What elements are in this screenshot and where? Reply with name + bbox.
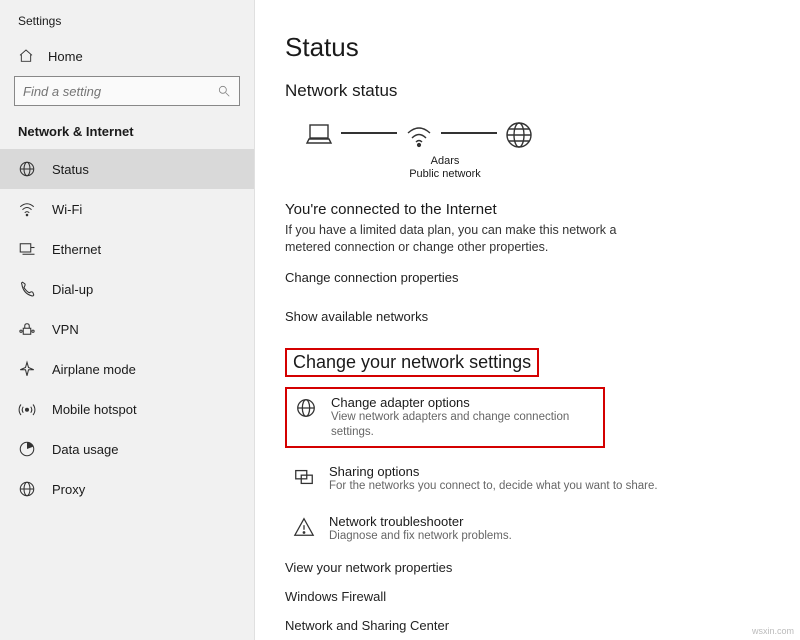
search-icon [217,84,231,98]
highlight-change-settings: Change your network settings [285,348,539,377]
network-name: Adars [397,155,493,168]
nav-label: Airplane mode [52,362,136,377]
diagram-line [441,132,497,134]
windows-firewall-link[interactable]: Windows Firewall [285,589,780,604]
network-status-heading: Network status [285,81,780,101]
nav-vpn[interactable]: VPN [0,309,254,349]
globe-icon [18,160,36,178]
nav-dialup[interactable]: Dial-up [0,269,254,309]
option-title: Sharing options [329,464,658,479]
app-title: Settings [0,14,254,38]
data-usage-icon [18,440,36,458]
change-adapter-options[interactable]: Change adapter options View network adap… [293,393,597,442]
nav-data-usage[interactable]: Data usage [0,429,254,469]
sharing-icon [293,466,315,488]
network-troubleshooter[interactable]: Network troubleshooter Diagnose and fix … [285,508,765,550]
vpn-icon [18,320,36,338]
wifi-diagram-icon [403,119,435,151]
section-label: Network & Internet [0,120,254,149]
wifi-icon [18,200,36,218]
diagram-line [341,132,397,134]
ethernet-icon [18,240,36,258]
nav-airplane[interactable]: Airplane mode [0,349,254,389]
nav-proxy[interactable]: Proxy [0,469,254,509]
option-desc: Diagnose and fix network problems. [329,529,512,544]
option-title: Network troubleshooter [329,514,512,529]
nav-label: Data usage [52,442,119,457]
change-network-settings-heading: Change your network settings [293,352,531,373]
search-input[interactable] [23,84,217,99]
nav-label: VPN [52,322,79,337]
watermark: wsxin.com [752,626,794,636]
main-content: Status Network status Adars Public netwo… [255,0,800,640]
dialup-icon [18,280,36,298]
nav-status[interactable]: Status [0,149,254,189]
nav-label: Wi-Fi [52,202,82,217]
search-box[interactable] [14,76,240,106]
globe-diagram-icon [503,119,535,151]
home-nav[interactable]: Home [0,38,254,76]
nav-label: Proxy [52,482,85,497]
proxy-icon [18,480,36,498]
laptop-icon [303,119,335,151]
highlight-adapter-options: Change adapter options View network adap… [285,387,605,448]
connected-body: If you have a limited data plan, you can… [285,222,625,256]
airplane-icon [18,360,36,378]
hotspot-icon [18,400,36,418]
nav-label: Mobile hotspot [52,402,137,417]
nav-hotspot[interactable]: Mobile hotspot [0,389,254,429]
change-connection-properties-link[interactable]: Change connection properties [285,270,780,285]
nav-list: Status Wi-Fi Ethernet Dial-up VPN Airpla… [0,149,254,509]
option-desc: View network adapters and change connect… [331,410,595,440]
option-desc: For the networks you connect to, decide … [329,479,658,494]
adapter-icon [295,397,317,419]
nav-label: Ethernet [52,242,101,257]
nav-ethernet[interactable]: Ethernet [0,229,254,269]
nav-label: Status [52,162,89,177]
show-available-networks-link[interactable]: Show available networks [285,309,780,324]
home-label: Home [48,49,83,64]
home-icon [18,48,34,64]
network-diagram: Adars Public network [285,119,780,181]
view-network-properties-link[interactable]: View your network properties [285,560,780,575]
connected-heading: You're connected to the Internet [285,201,780,218]
page-title: Status [285,32,780,63]
sharing-options[interactable]: Sharing options For the networks you con… [285,458,765,500]
network-type: Public network [397,168,493,181]
nav-label: Dial-up [52,282,93,297]
option-title: Change adapter options [331,395,595,410]
network-sharing-center-link[interactable]: Network and Sharing Center [285,618,780,633]
warning-icon [293,516,315,538]
nav-wifi[interactable]: Wi-Fi [0,189,254,229]
diagram-caption: Adars Public network [397,155,493,181]
sidebar: Settings Home Network & Internet Status … [0,0,255,640]
